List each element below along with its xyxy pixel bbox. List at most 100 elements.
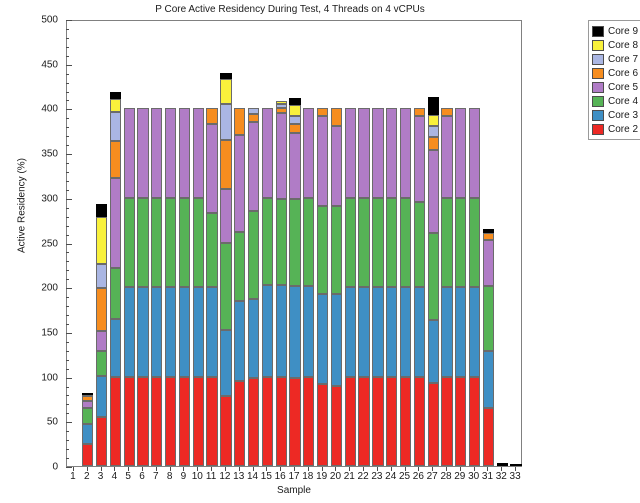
- x-tick-label: 13: [233, 471, 245, 482]
- y-tick-minor: [66, 359, 69, 361]
- legend-item-core-6[interactable]: Core 6: [592, 66, 638, 80]
- bar-sample-17[interactable]: [289, 97, 301, 466]
- bar-sample-16[interactable]: [275, 101, 287, 466]
- bar-sample-20[interactable]: [330, 108, 343, 466]
- y-tick-label: 400: [41, 103, 58, 115]
- bar-sample-26[interactable]: [413, 108, 426, 466]
- bar-segment-core-4: [289, 198, 301, 287]
- bar-sample-13[interactable]: [234, 108, 246, 466]
- bar-segment-core-4: [261, 197, 274, 286]
- x-tick-label: 12: [219, 471, 231, 482]
- bar-segment-core-5: [344, 108, 356, 198]
- bar-segment-core-3: [316, 294, 329, 384]
- y-tick-minor: [66, 180, 69, 182]
- bar-segment-core-7: [247, 108, 260, 114]
- x-tick-label: 19: [316, 471, 328, 482]
- legend-item-core-7[interactable]: Core 7: [592, 52, 638, 66]
- bar-sample-19[interactable]: [316, 108, 329, 466]
- y-tick-minor: [66, 82, 69, 84]
- chart-title: P Core Active Residency During Test, 4 T…: [155, 4, 425, 15]
- bar-sample-4[interactable]: [109, 92, 122, 466]
- bar-segment-core-2: [330, 385, 343, 466]
- bar-segment-core-6: [220, 139, 232, 189]
- bar-segment-core-5: [82, 400, 94, 408]
- bar-sample-14[interactable]: [247, 108, 260, 466]
- bar-segment-core-6: [427, 137, 439, 150]
- bar-sample-21[interactable]: [344, 108, 356, 466]
- bar-sample-32[interactable]: [496, 463, 508, 466]
- bar-segment-core-5: [178, 108, 191, 198]
- bar-segment-core-4: [482, 286, 495, 351]
- bar-segment-core-3: [289, 286, 301, 379]
- bar-sample-24[interactable]: [386, 108, 398, 466]
- bar-sample-9[interactable]: [178, 108, 191, 466]
- bar-segment-core-5: [164, 108, 177, 198]
- bar-sample-6[interactable]: [137, 108, 149, 466]
- bar-sample-15[interactable]: [261, 108, 274, 466]
- legend-item-core-4[interactable]: Core 4: [592, 94, 638, 108]
- bar-segment-core-2: [192, 376, 204, 466]
- bar-sample-7[interactable]: [151, 108, 163, 466]
- x-tick-label: 4: [111, 471, 118, 482]
- bar-segment-core-6: [441, 108, 453, 117]
- bar-sample-12[interactable]: [220, 72, 232, 466]
- x-tick-label: 14: [246, 471, 259, 482]
- bar-sample-18[interactable]: [303, 108, 315, 466]
- legend-swatch-icon: [592, 25, 604, 37]
- bar-sample-8[interactable]: [164, 108, 177, 466]
- bar-segment-core-2: [372, 376, 384, 466]
- bar-sample-11[interactable]: [206, 108, 218, 466]
- bar-segment-core-3: [206, 287, 218, 377]
- legend-item-core-3[interactable]: Core 3: [592, 108, 638, 122]
- bar-sample-30[interactable]: [468, 108, 481, 466]
- bar-sample-23[interactable]: [372, 108, 384, 466]
- bar-segment-core-2: [482, 407, 495, 466]
- bar-sample-29[interactable]: [455, 108, 467, 466]
- bar-segment-core-6: [275, 108, 287, 113]
- bar-segment-core-6: [247, 113, 260, 122]
- bar-segment-core-5: [372, 108, 384, 198]
- bar-sample-31[interactable]: [482, 229, 495, 466]
- y-tick-major: [66, 243, 72, 245]
- bar-segment-core-3: [109, 319, 122, 377]
- bar-segment-core-3: [178, 287, 191, 377]
- bar-sample-3[interactable]: [95, 204, 108, 466]
- bar-sample-33[interactable]: [510, 464, 522, 466]
- bar-segment-core-4: [386, 197, 398, 288]
- bar-sample-2[interactable]: [82, 393, 94, 466]
- bar-segment-core-4: [441, 197, 453, 288]
- bar-segment-core-4: [109, 268, 122, 320]
- legend-item-core-2[interactable]: Core 2: [592, 122, 638, 136]
- bar-segment-core-4: [82, 407, 94, 424]
- legend-item-core-8[interactable]: Core 8: [592, 38, 638, 52]
- legend-item-core-9[interactable]: Core 9: [592, 24, 638, 38]
- legend-swatch-icon: [592, 81, 604, 93]
- bar-sample-5[interactable]: [123, 108, 135, 466]
- y-tick-minor: [66, 163, 69, 165]
- bar-segment-core-2: [206, 376, 218, 466]
- y-tick-minor: [66, 297, 69, 299]
- bar-sample-10[interactable]: [192, 108, 204, 466]
- y-tick-minor: [66, 145, 69, 147]
- bar-sample-27[interactable]: [427, 96, 439, 466]
- x-tick-label: 25: [398, 471, 411, 482]
- bar-segment-core-4: [427, 232, 439, 321]
- bar-sample-22[interactable]: [358, 108, 370, 466]
- bar-segment-core-9: [289, 97, 301, 105]
- bars-layer: [67, 21, 522, 466]
- bar-segment-core-5: [234, 135, 246, 232]
- bar-segment-core-9: [427, 96, 439, 115]
- y-tick-minor: [66, 261, 69, 263]
- bar-sample-25[interactable]: [399, 108, 412, 466]
- legend-label: Core 8: [608, 39, 639, 51]
- bar-segment-core-4: [358, 197, 370, 288]
- x-tick-label: 7: [153, 471, 159, 482]
- bar-segment-core-4: [468, 197, 481, 288]
- bar-segment-core-4: [123, 197, 135, 288]
- bar-sample-28[interactable]: [441, 108, 453, 466]
- bar-segment-core-9: [220, 72, 232, 79]
- bar-segment-core-2: [234, 381, 246, 466]
- x-tick-label: 1: [70, 471, 76, 482]
- bar-segment-core-7: [289, 116, 301, 124]
- legend-item-core-5[interactable]: Core 5: [592, 80, 638, 94]
